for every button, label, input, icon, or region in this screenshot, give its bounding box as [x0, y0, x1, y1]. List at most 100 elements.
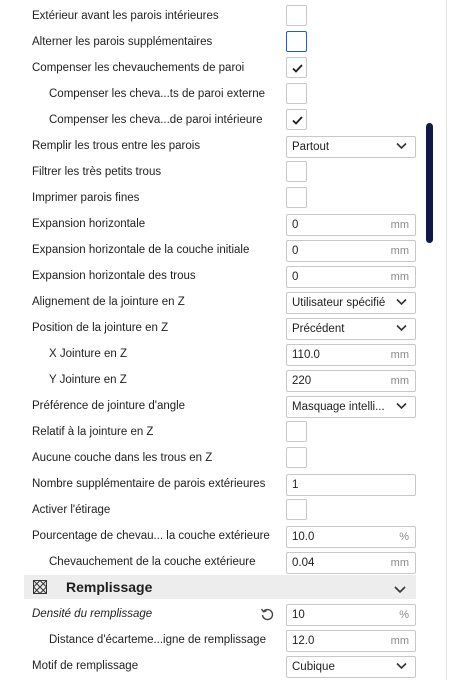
setting-row-z-seam-relative: Relatif à la jointure en Z	[0, 419, 445, 445]
scrollbar-handle[interactable]	[426, 123, 433, 243]
dropdown-value: Cubique	[292, 661, 335, 673]
setting-label: Imprimer parois fines	[32, 192, 140, 204]
setting-label: Distance d'écarteme...igne de remplissag…	[49, 634, 266, 646]
category-label-infill: Remplissage	[66, 579, 153, 595]
unit-label: mm	[390, 557, 409, 569]
unit-label: mm	[390, 245, 409, 257]
number-input[interactable]: 10%	[286, 604, 416, 626]
setting-label: Expansion horizontale	[32, 218, 146, 230]
setting-row-no-skin-in-z-gaps: Aucune couche dans les trous en Z	[0, 445, 445, 471]
checkbox-checked[interactable]	[286, 57, 307, 78]
number-input[interactable]: 0 mm	[286, 214, 416, 236]
setting-label: Activer l'étirage	[32, 504, 111, 516]
checkmark-icon	[292, 116, 303, 125]
setting-row-extra-skin-wall-count: Nombre supplémentaire de parois extérieu…	[0, 471, 445, 497]
setting-label: Compenser les chevauchements de paroi	[32, 62, 245, 74]
print-settings-panel: Extérieur avant les parois intérieures Al…	[0, 0, 456, 680]
checkbox-checked[interactable]	[286, 109, 307, 130]
setting-row-z-seam-position: Position de la jointure en Z Précédent	[0, 315, 445, 341]
setting-label: Relatif à la jointure en Z	[32, 426, 154, 438]
dropdown-select[interactable]: Précédent	[286, 318, 416, 340]
setting-row-outer-before-inner: Extérieur avant les parois intérieures	[0, 3, 445, 29]
checkbox-unchecked[interactable]	[286, 421, 307, 442]
checkbox-unchecked[interactable]	[286, 499, 307, 520]
number-input[interactable]: 220 mm	[286, 370, 416, 392]
setting-label: Alignement de la jointure en Z	[32, 296, 185, 308]
dropdown-select[interactable]: Utilisateur spécifié	[286, 292, 416, 314]
chevron-down-icon[interactable]	[394, 583, 406, 597]
setting-row-alternate-extra-walls: Alterner les parois supplémentaires	[0, 29, 445, 55]
setting-row-infill-density: Densité du remplissage 10%	[0, 601, 445, 627]
input-value: 0	[292, 245, 299, 257]
unit-label: mm	[390, 375, 409, 387]
dropdown-value: Précédent	[292, 323, 345, 335]
setting-row-infill-pattern: Motif de remplissage Cubique	[0, 653, 445, 679]
setting-row-z-seam-y: Y Jointure en Z 220 mm	[0, 367, 445, 393]
setting-row-seam-corner-preference: Préférence de jointure d'angle Masquage i…	[0, 393, 445, 419]
setting-label: X Jointure en Z	[49, 348, 127, 360]
dropdown-select[interactable]: Partout	[286, 136, 416, 158]
number-input[interactable]: 1	[286, 474, 416, 496]
setting-label: Chevauchement de la couche extérieure	[49, 556, 256, 568]
setting-row-skin-overlap-percentage: Pourcentage de chevau... la couche extér…	[0, 523, 445, 549]
checkmark-icon	[292, 64, 303, 73]
input-value: 0	[292, 219, 299, 231]
chevron-down-icon	[396, 142, 407, 150]
chevron-down-icon	[396, 662, 407, 670]
setting-label: Position de la jointure en Z	[32, 322, 169, 334]
unit-label: mm	[390, 219, 409, 231]
input-value: 1	[292, 479, 299, 491]
input-value: 110.0	[292, 349, 320, 361]
unit-label: mm	[390, 349, 409, 361]
setting-label: Pourcentage de chevau... la couche extér…	[32, 530, 270, 542]
checkbox-unchecked[interactable]	[286, 5, 307, 26]
setting-label: Y Jointure en Z	[49, 374, 127, 386]
setting-row-compensate-inner-wall-overlaps: Compenser les cheva...de paroi intérieur…	[0, 107, 445, 133]
input-value: 0	[292, 271, 299, 283]
dropdown-value: Utilisateur spécifié	[292, 297, 386, 309]
number-input[interactable]: 0 mm	[286, 266, 416, 288]
setting-row-filter-tiny-gaps: Filtrer les très petits trous	[0, 159, 445, 185]
setting-row-print-thin-walls: Imprimer parois fines	[0, 185, 445, 211]
category-header-infill[interactable]: Remplissage	[24, 575, 416, 599]
number-input[interactable]: 0 mm	[286, 240, 416, 262]
unit-label: %	[399, 531, 409, 543]
setting-row-compensate-wall-overlaps: Compenser les chevauchements de paroi	[0, 55, 445, 81]
setting-row-hole-horizontal-expansion: Expansion horizontale des trous 0 mm	[0, 263, 445, 289]
chevron-down-icon	[396, 402, 407, 410]
dropdown-value: Masquage intelli...	[292, 401, 385, 413]
unit-label: mm	[390, 271, 409, 283]
setting-row-infill-line-distance: Distance d'écarteme...igne de remplissag…	[0, 627, 445, 653]
dropdown-value: Partout	[292, 141, 330, 153]
setting-label: Expansion horizontale des trous	[32, 270, 196, 282]
infill-icon	[33, 580, 47, 597]
input-value: 0.04	[292, 557, 315, 569]
number-input[interactable]: 0.04 mm	[286, 552, 416, 574]
setting-row-z-seam-alignment: Alignement de la jointure en Z Utilisateu…	[0, 289, 445, 315]
setting-label: Extérieur avant les parois intérieures	[32, 10, 219, 22]
setting-row-z-seam-x: X Jointure en Z 110.0 mm	[0, 341, 445, 367]
checkbox-unchecked[interactable]	[286, 83, 307, 104]
number-input[interactable]: 12.0 mm	[286, 630, 416, 652]
checkbox-unchecked[interactable]	[286, 31, 307, 52]
dropdown-select[interactable]: Masquage intelli...	[286, 396, 416, 418]
panel-divider	[446, 0, 447, 680]
setting-label: Expansion horizontale de la couche initi…	[32, 244, 250, 256]
checkbox-unchecked[interactable]	[286, 187, 307, 208]
setting-label: Motif de remplissage	[32, 660, 139, 672]
dropdown-select[interactable]: Cubique	[286, 656, 416, 678]
setting-label: Préférence de jointure d'angle	[32, 400, 186, 412]
number-input[interactable]: 110.0 mm	[286, 344, 416, 366]
setting-label: Compenser les cheva...ts de paroi extern…	[49, 88, 266, 100]
unit-label: %	[399, 609, 409, 621]
unit-label: mm	[390, 635, 409, 647]
input-value: 10.0	[292, 531, 315, 543]
reset-icon[interactable]	[260, 607, 274, 621]
number-input[interactable]: 10.0%	[286, 526, 416, 548]
checkbox-unchecked[interactable]	[286, 447, 307, 468]
checkbox-unchecked[interactable]	[286, 161, 307, 182]
setting-row-enable-ironing: Activer l'étirage	[0, 497, 445, 523]
setting-row-initial-layer-horizontal-expansion: Expansion horizontale de la couche initi…	[0, 237, 445, 263]
setting-label: Remplir les trous entre les parois	[32, 140, 201, 152]
setting-label: Compenser les cheva...de paroi intérieur…	[49, 114, 263, 126]
